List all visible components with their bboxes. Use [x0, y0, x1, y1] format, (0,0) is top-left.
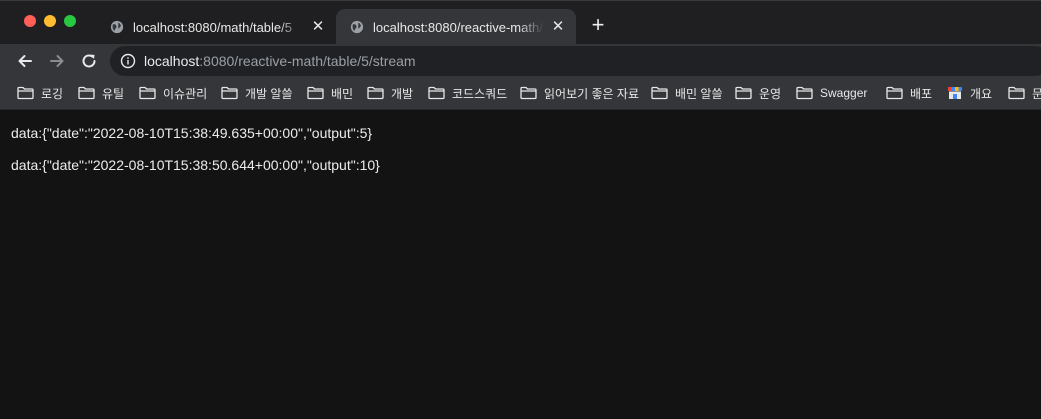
bookmark-folder[interactable]: 로깅	[17, 83, 63, 103]
url-text[interactable]: localhost:8080/reactive-math/table/5/str…	[144, 53, 416, 69]
globe-icon	[350, 20, 364, 34]
folder-icon	[520, 86, 537, 100]
url-host: localhost	[144, 53, 200, 69]
folder-icon	[221, 86, 238, 100]
close-tab-icon[interactable]: ✕	[550, 19, 566, 35]
bookmark-label: 개발 알쓸	[245, 86, 293, 101]
bookmark-label: 로깅	[41, 86, 64, 101]
zoom-window-button[interactable]	[64, 15, 76, 27]
forward-button[interactable]	[46, 50, 68, 72]
store-icon	[948, 87, 962, 99]
address-bar[interactable]: localhost:8080/reactive-math/table/5/str…	[110, 46, 1041, 76]
bookmark-folder[interactable]: 개발 알쓸	[221, 83, 293, 103]
browser-window: localhost:8080/math/table/5 ✕ localhost:…	[0, 0, 1041, 419]
arrow-left-icon	[18, 55, 32, 67]
close-tab-icon[interactable]: ✕	[310, 19, 326, 35]
bookmark-label: 배민	[331, 86, 354, 101]
bookmark-label: 배민 알쓸	[675, 86, 723, 101]
tab-reactive-math-stream[interactable]: localhost:8080/reactive-math/table/5/str…	[336, 9, 576, 45]
folder-icon	[1008, 86, 1025, 100]
stream-event-line: data:{"date":"2022-08-10T15:38:50.644+00…	[11, 157, 380, 173]
toolbar: localhost:8080/reactive-math/table/5/str…	[0, 44, 1041, 77]
bookmark-folder[interactable]: 배민	[307, 83, 353, 103]
close-window-button[interactable]	[24, 15, 36, 27]
folder-icon	[428, 86, 445, 100]
bookmark-label: 운영	[759, 86, 782, 101]
bookmark-label: 개발	[391, 86, 414, 101]
tab-math-table[interactable]: localhost:8080/math/table/5 ✕	[96, 9, 336, 45]
bookmark-folder[interactable]: 배민 알쓸	[651, 83, 723, 103]
folder-icon	[651, 86, 668, 100]
tab-strip: localhost:8080/math/table/5 ✕ localhost:…	[0, 0, 1041, 45]
bookmark-folder[interactable]: 문	[1008, 83, 1041, 103]
bookmark-label: 코드스쿼드	[452, 86, 508, 101]
folder-icon	[78, 86, 95, 100]
arrow-right-icon	[50, 55, 64, 67]
bookmark-folder[interactable]: 운영	[735, 83, 781, 103]
reload-icon	[82, 54, 96, 68]
tab-title: localhost:8080/reactive-math/table/5/str…	[373, 19, 544, 35]
folder-icon	[17, 86, 34, 100]
bookmark-link[interactable]: 개요	[947, 83, 992, 103]
folder-icon	[796, 86, 813, 100]
bookmark-folder[interactable]: Swagger	[796, 83, 867, 103]
new-tab-button[interactable]: +	[588, 14, 608, 36]
bookmark-label: 개요	[970, 86, 993, 101]
bookmark-folder[interactable]: 개발	[367, 83, 413, 103]
folder-icon	[139, 86, 156, 100]
bookmark-label: Swagger	[820, 86, 868, 100]
reload-button[interactable]	[78, 50, 100, 72]
bookmark-folder[interactable]: 이슈관리	[139, 83, 207, 103]
bookmark-folder[interactable]: 유틸	[78, 83, 124, 103]
back-button[interactable]	[14, 50, 36, 72]
bookmark-label: 배포	[910, 86, 933, 101]
folder-icon	[367, 86, 384, 100]
bookmark-folder[interactable]: 배포	[886, 83, 932, 103]
page-content: data:{"date":"2022-08-10T15:38:49.635+00…	[0, 110, 1041, 419]
stream-event-line: data:{"date":"2022-08-10T15:38:49.635+00…	[11, 125, 373, 141]
bookmark-label: 읽어보기 좋은 자료	[544, 86, 639, 101]
url-path: :8080/reactive-math/table/5/stream	[199, 53, 416, 69]
bookmark-label: 문	[1032, 85, 1041, 102]
globe-icon	[110, 20, 124, 34]
tab-title: localhost:8080/math/table/5	[133, 19, 292, 35]
folder-icon	[307, 86, 324, 100]
bookmark-label: 유틸	[102, 86, 125, 101]
minimize-window-button[interactable]	[44, 15, 56, 27]
folder-icon	[735, 86, 752, 100]
bookmark-folder[interactable]: 코드스쿼드	[428, 83, 507, 103]
bookmarks-bar: 로깅 유틸 이슈관리 개발 알쓸 배민 개발 코드스쿼드 읽어보기 좋은 자료	[0, 77, 1041, 110]
info-icon[interactable]	[120, 53, 136, 69]
bookmark-label: 이슈관리	[163, 86, 208, 101]
folder-icon	[886, 86, 903, 100]
bookmark-folder[interactable]: 읽어보기 좋은 자료	[520, 83, 639, 103]
